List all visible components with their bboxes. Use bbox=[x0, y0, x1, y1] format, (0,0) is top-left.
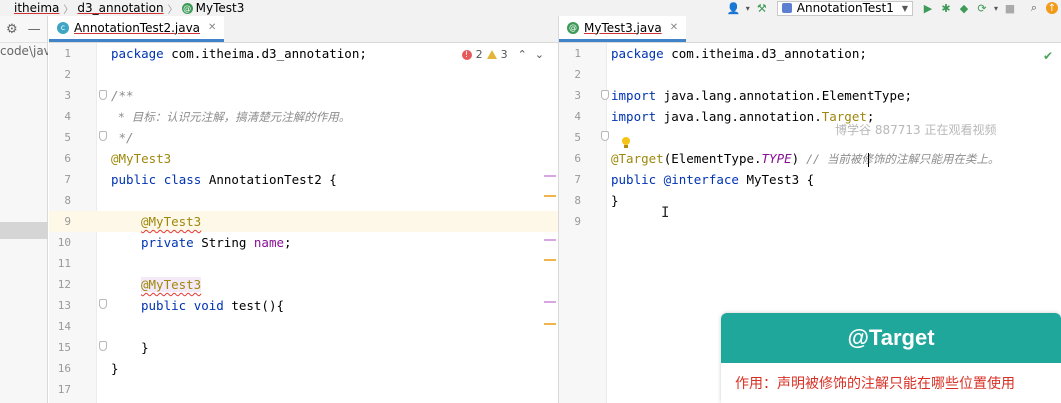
code-line: 8 } bbox=[574, 193, 619, 208]
code-line: 12 @MyTest3 bbox=[57, 277, 202, 292]
code-line: 10 private String name; bbox=[57, 235, 292, 250]
code-line: 11 bbox=[57, 257, 71, 270]
code-line: 6 @Target (ElementType. TYPE) // 当前 被修饰的注解只… bbox=[574, 151, 1000, 166]
watermark: 博学谷 887713 正在观看视频 bbox=[835, 123, 997, 137]
tab-mytest3[interactable]: @ MyTest3.java ✕ bbox=[559, 16, 687, 42]
left-tab-bar: c AnnotationTest2.java ✕ bbox=[49, 16, 558, 43]
code-line: 7 public @interface MyTest3 { bbox=[574, 172, 815, 187]
chevron-down-icon[interactable]: ▾ bbox=[991, 0, 1001, 16]
coverage-icon[interactable]: ◆ bbox=[955, 0, 973, 16]
breadcrumb-item-d3-annotation[interactable]: d3_annotation bbox=[77, 1, 163, 15]
run-icon[interactable]: ▶ bbox=[919, 0, 937, 16]
code-line: 3 import java.lang.annotation.ElementTyp… bbox=[574, 88, 913, 103]
breadcrumb: itheima 〉 d3_annotation 〉 @ MyTest3 bbox=[0, 0, 244, 16]
text-cursor bbox=[868, 153, 869, 167]
error-count: 2 bbox=[475, 48, 483, 61]
navigation-bar: itheima 〉 d3_annotation 〉 @ MyTest3 👤 ▾ … bbox=[0, 0, 1061, 16]
code-line: 15 } bbox=[57, 340, 149, 355]
chevron-down-icon[interactable]: ▾ bbox=[743, 0, 753, 16]
run-configuration-select[interactable]: AnnotationTest1 ▼ bbox=[776, 0, 913, 16]
scroll-mark[interactable] bbox=[544, 323, 556, 325]
scroll-mark[interactable] bbox=[544, 239, 556, 241]
target-info-card: @Target 作用：声明被修饰的注解只能在哪些位置使用 bbox=[721, 313, 1061, 403]
breadcrumb-separator-icon: 〉 bbox=[167, 4, 178, 16]
annotation-file-icon: @ bbox=[567, 21, 579, 34]
code-line: 2 bbox=[64, 68, 71, 81]
chevron-down-icon: ▼ bbox=[901, 3, 908, 13]
right-tab-bar: @ MyTest3.java ✕ bbox=[559, 16, 1061, 43]
user-icon[interactable]: 👤 bbox=[725, 0, 743, 16]
main-toolbar: 👤 ▾ ⚒ AnnotationTest1 ▼ ▶ ✱ ◆ ⟳ ▾ ■ ⌕ ↑ bbox=[725, 0, 1061, 16]
chevron-down-icon[interactable]: ⌄ bbox=[535, 48, 544, 61]
code-line: 8 bbox=[64, 194, 71, 207]
code-line: 6 @MyTest3 bbox=[64, 151, 172, 166]
breadcrumb-separator-icon: 〉 bbox=[63, 4, 74, 16]
code-line: 3 /** bbox=[64, 88, 134, 103]
project-sidebar: ⚙ — code\java bbox=[0, 16, 48, 403]
class-file-icon: c bbox=[57, 21, 69, 34]
left-editor-pane: c AnnotationTest2.java ✕ ! 2 3 ⌃ ⌄ 1 pac… bbox=[49, 16, 559, 403]
code-area[interactable]: 1 package com.itheima.d3_annotation; 2 3… bbox=[57, 43, 558, 403]
close-icon[interactable]: ✕ bbox=[208, 22, 216, 33]
scroll-mark[interactable] bbox=[544, 175, 556, 177]
sidebar-selected-row[interactable] bbox=[0, 222, 48, 239]
fold-marker-icon[interactable] bbox=[99, 299, 107, 309]
sidebar-path[interactable]: code\java bbox=[0, 44, 48, 60]
breadcrumb-item-itheima[interactable]: itheima bbox=[14, 1, 59, 15]
code-line: 7 public class AnnotationTest2 { bbox=[64, 172, 337, 187]
card-description: 作用：声明被修饰的注解只能在哪些位置使用 bbox=[721, 363, 1061, 403]
code-line: 5 */ bbox=[64, 130, 134, 145]
tab-annotationtest2[interactable]: c AnnotationTest2.java ✕ bbox=[49, 16, 225, 42]
fold-marker-icon[interactable] bbox=[601, 90, 609, 100]
build-hammer-icon[interactable]: ⚒ bbox=[753, 0, 771, 16]
scroll-mark[interactable] bbox=[544, 301, 556, 303]
breadcrumb-item-mytest3[interactable]: MyTest3 bbox=[196, 1, 245, 15]
lightbulb-icon[interactable] bbox=[621, 137, 631, 149]
left-code-editor[interactable]: ! 2 3 ⌃ ⌄ 1 package com.itheima.d3_annot… bbox=[49, 43, 558, 403]
code-line: 16 } bbox=[57, 361, 119, 376]
code-line: 1 package com.itheima.d3_annotation; bbox=[574, 46, 867, 61]
code-line: 14 bbox=[57, 320, 71, 333]
fold-marker-icon[interactable] bbox=[99, 90, 107, 100]
close-icon[interactable]: ✕ bbox=[670, 22, 678, 33]
code-line: 9 bbox=[574, 215, 581, 228]
warning-count: 3 bbox=[500, 48, 508, 61]
fold-marker-icon[interactable] bbox=[99, 341, 107, 351]
scroll-mark[interactable] bbox=[544, 259, 556, 261]
fold-marker-icon[interactable] bbox=[99, 131, 107, 141]
code-line: 2 bbox=[574, 68, 581, 81]
card-title: @Target bbox=[721, 313, 1061, 363]
code-line: 4 * 目标：认识元注解，搞清楚元注解的作用。 bbox=[64, 109, 351, 124]
error-icon: ! bbox=[461, 49, 472, 60]
search-icon[interactable]: ⌕ bbox=[1025, 0, 1043, 16]
sidebar-header: ⚙ — bbox=[0, 16, 47, 43]
scroll-mark[interactable] bbox=[544, 195, 556, 197]
fold-marker-icon[interactable] bbox=[601, 131, 609, 141]
chevron-up-icon[interactable]: ⌃ bbox=[518, 48, 527, 61]
code-line: 13 public void test(){ bbox=[57, 298, 285, 313]
update-icon[interactable]: ↑ bbox=[1043, 0, 1061, 16]
code-line: 17 bbox=[57, 383, 71, 396]
run-config-icon bbox=[781, 3, 792, 13]
debug-icon[interactable]: ✱ bbox=[937, 0, 955, 16]
mouse-ibeam-icon: I bbox=[661, 205, 670, 221]
profile-icon[interactable]: ⟳ bbox=[973, 0, 991, 16]
annotation-file-icon: @ bbox=[181, 2, 193, 14]
warning-icon bbox=[486, 50, 497, 59]
gear-icon[interactable]: ⚙ bbox=[6, 22, 18, 37]
inspection-widget[interactable]: ! 2 3 ⌃ ⌄ bbox=[461, 48, 544, 61]
run-configuration-label: AnnotationTest1 bbox=[796, 1, 894, 15]
stop-icon[interactable]: ■ bbox=[1001, 0, 1019, 16]
minimize-icon[interactable]: — bbox=[28, 22, 41, 37]
current-code-line: 9 @MyTest3 bbox=[64, 211, 558, 232]
